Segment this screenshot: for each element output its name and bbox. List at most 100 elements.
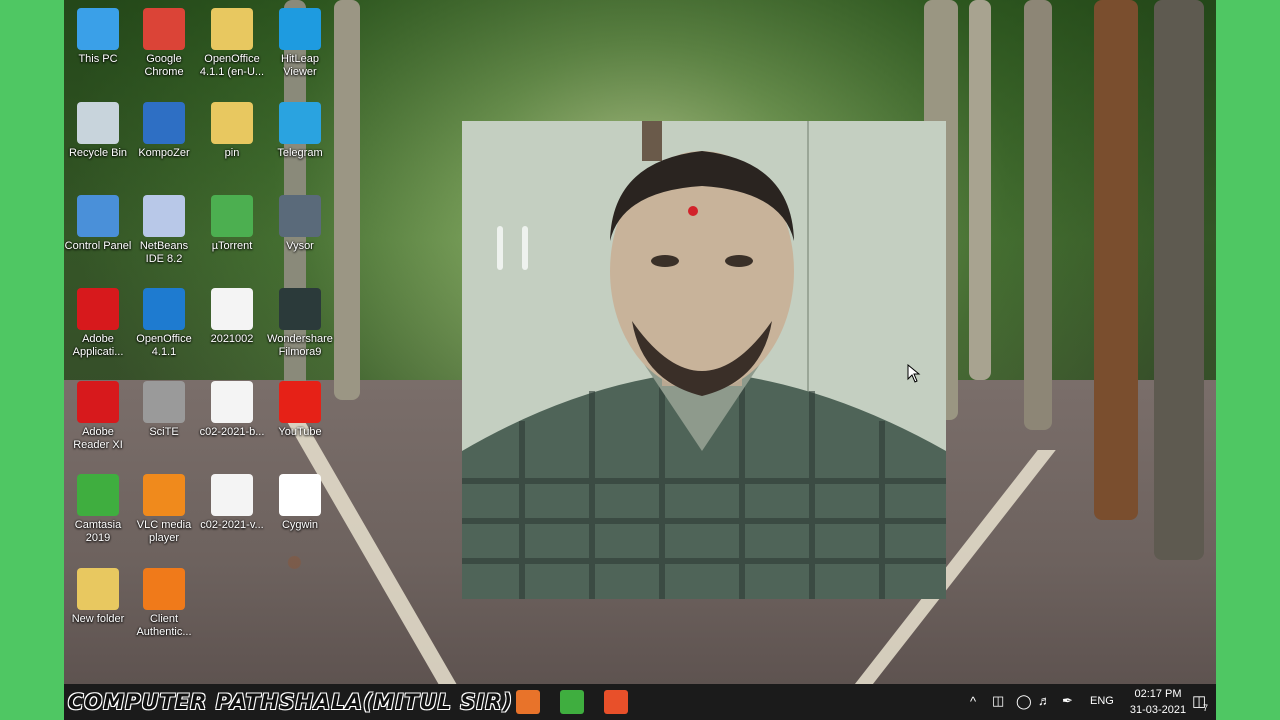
tree-trunk [1024, 0, 1052, 430]
hitleap-icon [279, 8, 321, 50]
tree-trunk [969, 0, 991, 380]
desktop-icon-label: 2021002 [210, 333, 254, 345]
battery-icon[interactable]: ◫ [992, 693, 1004, 709]
desktop-icon-label: Control Panel [64, 240, 132, 252]
desktop-icon[interactable]: µTorrent [198, 195, 266, 253]
left-border [0, 0, 64, 720]
desktop-icon[interactable]: Vysor [266, 195, 334, 253]
desktop-icon-label: Client Authentic... [136, 613, 192, 638]
telegram-icon [279, 102, 321, 144]
desktop-icon-label: Adobe Applicati... [72, 333, 124, 358]
openoffice-icon [143, 288, 185, 330]
desktop-icon[interactable]: New folder [64, 568, 132, 626]
control-panel-icon [77, 195, 119, 237]
recycle-bin-icon [77, 102, 119, 144]
desktop-icon[interactable]: 2021002 [198, 288, 266, 346]
mouse-cursor-icon [907, 364, 921, 383]
html-editor-app-button[interactable] [516, 690, 540, 714]
desktop-icon[interactable]: SciTE [130, 381, 198, 439]
desktop-icon-label: New folder [71, 613, 125, 625]
desktop-icon[interactable]: Client Authentic... [130, 568, 198, 639]
desktop-icon[interactable]: Camtasia 2019 [64, 474, 132, 545]
clock-time[interactable]: 02:17 PM [1131, 688, 1185, 700]
right-border [1216, 0, 1280, 720]
desktop-wallpaper: This PC Google Chrome OpenOffice 4.1.1 (en… [64, 0, 1216, 684]
taskbar: COMPUTER PATHSHALA(MITUL SIR) ^ ◫ ◯ ♬ ✒ … [64, 684, 1216, 720]
folder-icon [77, 568, 119, 610]
desktop-icon-label: NetBeans IDE 8.2 [139, 240, 189, 265]
language-indicator[interactable]: ENG [1090, 695, 1114, 707]
pen-icon[interactable]: ✒ [1062, 693, 1073, 709]
camtasia-app-button[interactable] [560, 690, 584, 714]
desktop-icon[interactable]: Telegram [266, 102, 334, 160]
acrobat-icon [77, 381, 119, 423]
kompozer-icon [143, 102, 185, 144]
desktop-icon-label: Telegram [277, 147, 323, 159]
desktop-icon[interactable]: Wondershare Filmora9 [266, 288, 334, 359]
computer-icon [77, 8, 119, 50]
camtasia-recorder-app-button[interactable] [604, 690, 628, 714]
desktop-icon[interactable]: OpenOffice 4.1.1 (en-U... [198, 8, 266, 79]
filmora-icon [279, 288, 321, 330]
desktop-icon[interactable]: Cygwin [266, 474, 334, 532]
desktop-icon[interactable]: Control Panel [64, 195, 132, 253]
tree-trunk [1094, 0, 1138, 520]
desktop-icon-label: YouTube [278, 426, 322, 438]
tree-trunk [1154, 0, 1204, 560]
clock-date[interactable]: 31-03-2021 [1126, 704, 1190, 716]
desktop-icon-label: KompoZer [138, 147, 190, 159]
desktop-icon[interactable]: pin [198, 102, 266, 160]
desktop-icon[interactable]: YouTube [266, 381, 334, 439]
folder-icon [211, 8, 253, 50]
desktop-icon[interactable]: OpenOffice 4.1.1 [130, 288, 198, 359]
desktop-icon-label: This PC [78, 53, 118, 65]
desktop-icon-label: Wondershare Filmora9 [267, 333, 333, 358]
pdf-icon [211, 474, 253, 516]
desktop-icon[interactable]: This PC [64, 8, 132, 66]
folder-icon [211, 102, 253, 144]
desktop-icon-label: OpenOffice 4.1.1 (en-U... [199, 53, 265, 78]
desktop-icon-label: OpenOffice 4.1.1 [136, 333, 192, 358]
desktop-icon[interactable]: c02-2021-v... [198, 474, 266, 532]
desktop-icon-label: SciTE [149, 426, 179, 438]
desktop-icon-label: Camtasia 2019 [74, 519, 122, 544]
desktop-icon[interactable]: HitLeap Viewer [266, 8, 334, 79]
desktop-icon-label: VLC media player [136, 519, 192, 544]
client-auth-icon [143, 568, 185, 610]
desktop-icon[interactable]: VLC media player [130, 474, 198, 545]
camtasia-icon [77, 474, 119, 516]
volume-icon[interactable]: ♬ [1038, 693, 1051, 708]
chrome-icon [143, 8, 185, 50]
desktop-icon[interactable]: Recycle Bin [64, 102, 132, 160]
desktop-icon[interactable]: KompoZer [130, 102, 198, 160]
youtube-icon [279, 381, 321, 423]
desktop-icon-label: Vysor [286, 240, 314, 252]
desktop-icon[interactable]: Google Chrome [130, 8, 198, 79]
cygwin-icon [279, 474, 321, 516]
desktop-icon-label: c02-2021-v... [200, 519, 264, 531]
desktop-icon[interactable]: NetBeans IDE 8.2 [130, 195, 198, 266]
desktop-icon-label: pin [224, 147, 240, 159]
presenter-video [462, 121, 946, 599]
system-tray: ^ ◫ ◯ ♬ ✒ ENG 02:17 PM 31-03-2021 ◫ 7 [956, 684, 1216, 720]
network-globe-icon[interactable]: ◯ [1016, 693, 1032, 710]
desktop-icon-label: Google Chrome [144, 53, 184, 78]
chevron-up-icon[interactable]: ^ [970, 694, 976, 709]
vlc-icon [143, 474, 185, 516]
desktop-icon[interactable]: c02-2021-b... [198, 381, 266, 439]
webcam-overlay [462, 121, 946, 599]
channel-brand-text: COMPUTER PATHSHALA(MITUL SIR) [68, 690, 514, 714]
desktop-icon[interactable]: Adobe Reader XI [64, 381, 132, 452]
desktop-icon-label: Adobe Reader XI [73, 426, 123, 451]
desktop-icon-label: HitLeap Viewer [281, 53, 319, 78]
utorrent-icon [211, 195, 253, 237]
desktop-icon-label: Recycle Bin [68, 147, 128, 159]
tree-trunk [334, 0, 360, 400]
desktop-icon-label: c02-2021-b... [199, 426, 265, 438]
netbeans-icon [143, 195, 185, 237]
desktop-icon-label: µTorrent [211, 240, 253, 252]
desktop-icon[interactable]: Adobe Applicati... [64, 288, 132, 359]
notification-count: 7 [1203, 703, 1209, 713]
adobe-icon [77, 288, 119, 330]
scite-icon [143, 381, 185, 423]
